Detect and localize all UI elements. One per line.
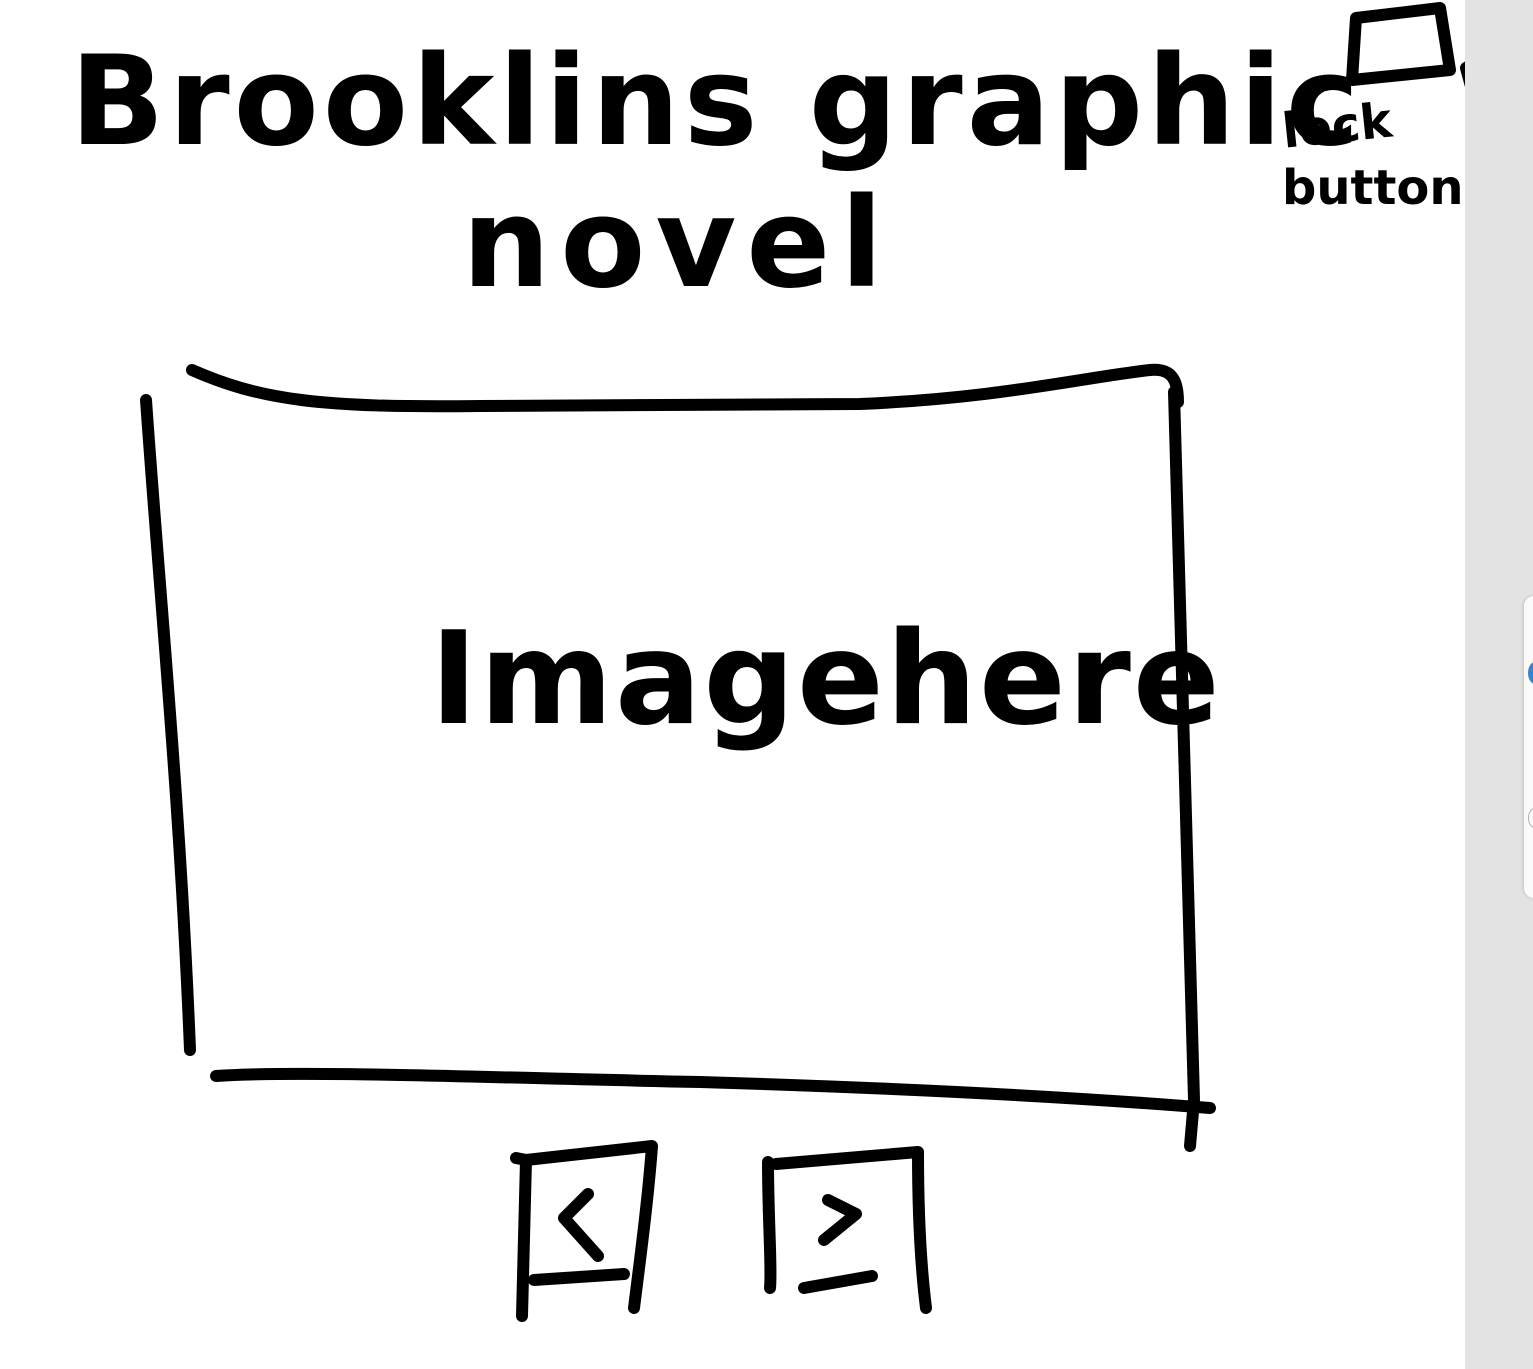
image-frame-bottom [210, 1067, 1216, 1114]
ring-icon[interactable] [1528, 808, 1533, 828]
sketch-canvas: Brooklins graphic novel lock button Imag… [0, 0, 1465, 1369]
next-page-button[interactable] [758, 1146, 930, 1316]
prev-page-button[interactable] [504, 1140, 664, 1324]
right-gutter [1465, 0, 1533, 1369]
image-frame-top [186, 363, 1184, 413]
color-dot-icon[interactable] [1528, 662, 1533, 684]
image-frame-left [140, 394, 196, 1056]
lock-button[interactable] [1326, 0, 1460, 100]
side-panel-tab[interactable] [1524, 596, 1533, 898]
image-frame-right [1168, 386, 1200, 1152]
sketch-drawing [140, 2, 1465, 1322]
